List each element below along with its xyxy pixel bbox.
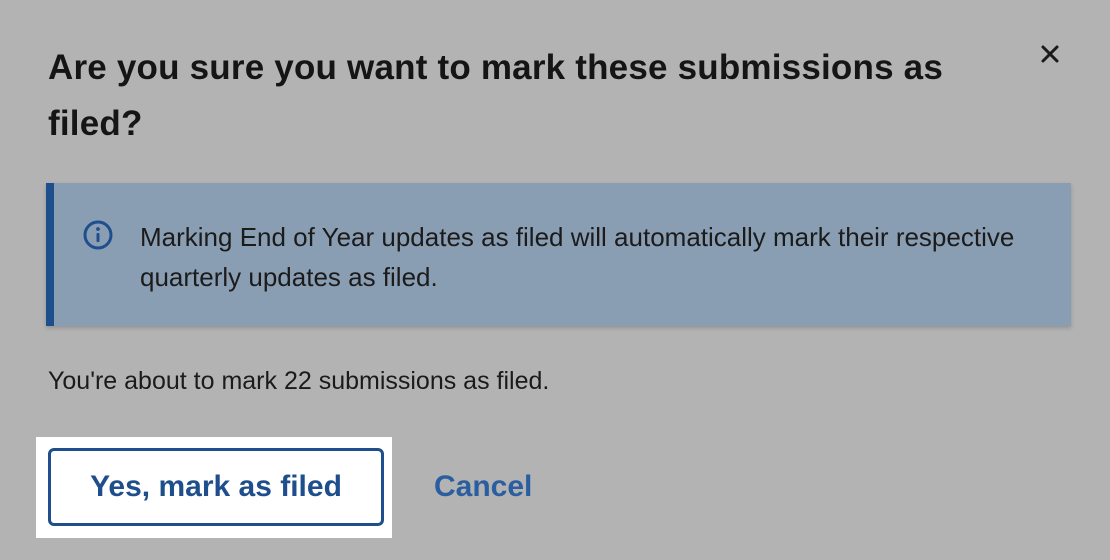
info-icon (83, 220, 113, 250)
confirm-button[interactable]: Yes, mark as filed (48, 448, 384, 526)
notice-text: Marking End of Year updates as filed wil… (140, 222, 1015, 292)
cancel-button[interactable]: Cancel (420, 448, 546, 526)
summary-text: You're about to mark 22 submissions as f… (48, 367, 550, 395)
confirm-dialog: Are you sure you want to mark these subm… (0, 0, 1110, 560)
close-icon (1041, 45, 1059, 63)
close-button[interactable] (1030, 34, 1070, 74)
info-notice: Marking End of Year updates as filed wil… (46, 183, 1071, 326)
dialog-title: Are you sure you want to mark these subm… (48, 48, 943, 143)
